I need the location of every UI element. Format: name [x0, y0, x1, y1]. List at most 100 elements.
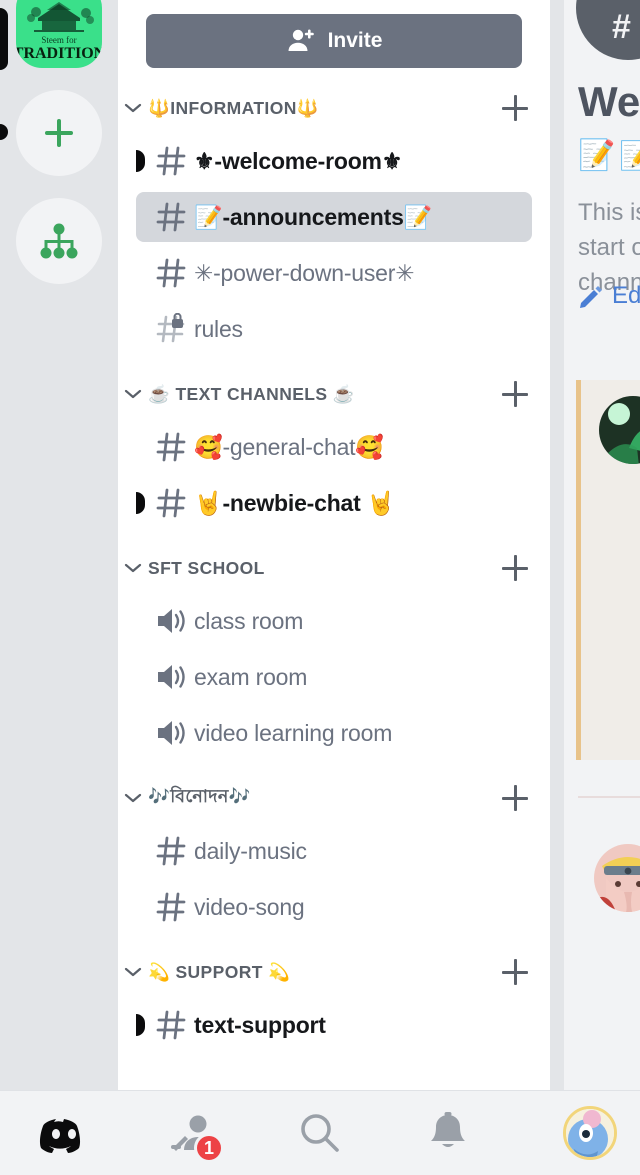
channel-type-icon — [148, 313, 194, 345]
unread-server-indicator — [0, 124, 8, 140]
speaker-icon — [158, 665, 185, 689]
unread-indicator — [136, 1014, 145, 1036]
channel-item[interactable]: text-support — [136, 1000, 532, 1050]
channel-item[interactable]: daily-music — [136, 826, 532, 876]
channel-item[interactable]: ⚜-welcome-room⚜ — [136, 136, 532, 186]
add-channel-button[interactable] — [502, 959, 528, 985]
user-avatar-icon[interactable] — [563, 1106, 617, 1160]
invite-button-label: Invite — [327, 29, 383, 52]
category-header[interactable]: 💫 SUPPORT 💫 — [118, 950, 550, 994]
add-channel-button[interactable] — [502, 555, 528, 581]
chevron-down-icon[interactable] — [118, 562, 148, 574]
plus-icon — [45, 119, 73, 147]
active-server-indicator — [0, 8, 8, 70]
chevron-down-icon[interactable] — [118, 792, 148, 804]
message-avatar[interactable] — [594, 844, 640, 912]
channel-item[interactable]: 🥰-general-chat🥰 — [136, 422, 532, 472]
channel-type-icon — [148, 487, 194, 519]
chat-preview-panel: # Welcome to 📝 📝-announcements📝 This is … — [564, 0, 640, 1090]
channel-hero-icon: # — [576, 0, 640, 60]
channel-type-icon — [148, 606, 194, 636]
channel-name: video-song — [194, 893, 305, 920]
edit-channel-label: Edit Channel — [612, 282, 640, 309]
chevron-down-icon[interactable] — [118, 102, 148, 114]
nav-item-servers[interactable] — [0, 1091, 128, 1175]
channel-item[interactable]: video learning room — [136, 708, 532, 758]
channel-name: ✳-power-down-user✳ — [194, 259, 415, 286]
category-label: ☕ TEXT CHANNELS ☕ — [148, 383, 355, 404]
nav-item-mentions[interactable] — [384, 1091, 512, 1175]
channel-name: 🥰-general-chat🥰 — [194, 433, 384, 460]
category-header[interactable]: SFT SCHOOL — [118, 546, 550, 590]
hash-icon — [156, 202, 186, 232]
nav-item-search[interactable] — [256, 1091, 384, 1175]
channel-name: class room — [194, 607, 304, 634]
bottom-navigation-bar: 1 — [0, 1090, 640, 1175]
add-channel-button[interactable] — [502, 381, 528, 407]
channel-item[interactable]: ✳-power-down-user✳ — [136, 248, 532, 298]
add-server-button[interactable] — [16, 90, 102, 176]
add-channel-button[interactable] — [502, 95, 528, 121]
invite-button[interactable]: Invite — [146, 14, 522, 68]
message-mention-highlight[interactable] — [576, 380, 640, 760]
message-avatar[interactable] — [599, 396, 640, 464]
discord-mobile-app: Steem for TRADITION Invite 🔱INFORMATION🔱… — [0, 0, 640, 1175]
category-label: 💫 SUPPORT 💫 — [148, 961, 291, 982]
server-icon-line1: Steem for — [41, 35, 76, 45]
channel-item[interactable]: video-song — [136, 882, 532, 932]
category-header[interactable]: 🔱INFORMATION🔱 — [118, 86, 550, 130]
category-label: 🔱INFORMATION🔱 — [148, 97, 319, 118]
channel-type-icon — [148, 662, 194, 692]
channel-type-icon — [148, 145, 194, 177]
channel-name: rules — [194, 315, 243, 342]
channel-name: video learning room — [194, 719, 393, 746]
server-rail: Steem for TRADITION — [0, 0, 118, 1090]
channel-type-icon — [148, 201, 194, 233]
channel-name: 📝-announcements📝 — [194, 203, 433, 230]
friends-badge: 1 — [194, 1133, 225, 1163]
hash-icon — [156, 258, 186, 288]
message-divider — [578, 796, 640, 798]
chevron-down-icon[interactable] — [118, 388, 148, 400]
avatar-artwork — [566, 1109, 614, 1157]
hash-icon — [156, 146, 186, 176]
message-row[interactable] — [576, 828, 640, 1068]
hash-icon — [156, 836, 186, 866]
channel-name: 🤘-newbie-chat 🤘 — [194, 489, 396, 516]
category-container: 🔱INFORMATION🔱 ⚜-welcome-room⚜ 📝-announceme… — [118, 86, 550, 1050]
server-icon-steem-for-tradition[interactable]: Steem for TRADITION — [16, 0, 102, 68]
channel-name: ⚜-welcome-room⚜ — [194, 147, 403, 174]
nav-item-friends[interactable]: 1 — [128, 1091, 256, 1175]
edit-channel-link[interactable]: Edit Channel — [578, 282, 640, 310]
channel-type-icon — [148, 891, 194, 923]
channel-item[interactable]: 🤘-newbie-chat 🤘 — [136, 478, 532, 528]
pencil-icon — [580, 286, 602, 308]
category-header[interactable]: ☕ TEXT CHANNELS ☕ — [118, 372, 550, 416]
speaker-icon — [158, 721, 185, 745]
server-discovery-icon — [40, 223, 78, 259]
channel-item[interactable]: 📝-announcements📝 — [136, 192, 532, 242]
nav-item-profile[interactable] — [512, 1091, 640, 1175]
unread-indicator — [136, 150, 145, 172]
hash-icon — [156, 488, 186, 518]
category-label: SFT SCHOOL — [148, 557, 265, 578]
server-icon-line2: TRADITION — [16, 45, 102, 62]
channel-name: daily-music — [194, 837, 307, 864]
hash-locked-icon — [156, 313, 185, 343]
chat-channel-title: 📝 📝-announcements📝 — [578, 138, 640, 173]
channel-type-icon — [148, 257, 194, 289]
category-label: 🎶বিনোদন🎶 — [148, 785, 251, 806]
speaker-icon — [158, 609, 185, 633]
category-header[interactable]: 🎶বিনোদন🎶 — [118, 776, 550, 820]
explore-servers-button[interactable] — [16, 198, 102, 284]
channel-type-icon — [148, 431, 194, 463]
channel-item[interactable]: class room — [136, 596, 532, 646]
hash-icon — [156, 892, 186, 922]
chevron-down-icon[interactable] — [118, 966, 148, 978]
channel-item[interactable]: exam room — [136, 652, 532, 702]
add-channel-button[interactable] — [502, 785, 528, 811]
channel-type-icon — [148, 718, 194, 748]
channel-type-icon — [148, 1009, 194, 1041]
channel-item[interactable]: rules — [136, 304, 532, 354]
avatar-artwork — [594, 844, 640, 912]
